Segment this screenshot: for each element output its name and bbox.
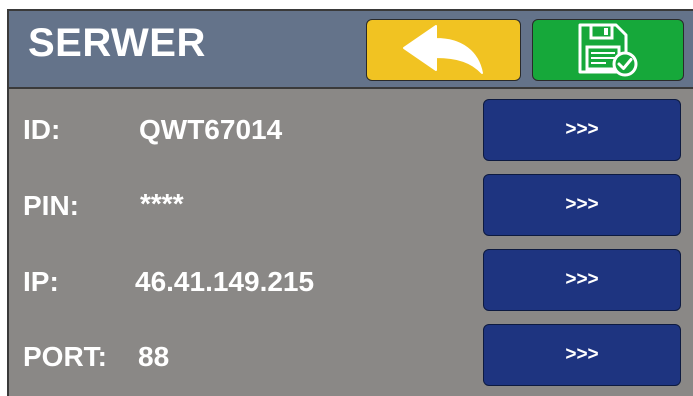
pin-value: **** — [140, 188, 184, 219]
floppy-disk-check-icon — [578, 23, 638, 77]
edit-ip-button[interactable]: >>> — [483, 249, 681, 311]
edit-pin-button[interactable]: >>> — [483, 174, 681, 236]
back-arrow-icon — [402, 25, 483, 74]
save-button[interactable] — [532, 19, 684, 81]
setting-row-ip: IP: 46.41.149.215 >>> — [9, 249, 693, 313]
ip-label: IP: — [23, 266, 59, 297]
edit-id-button[interactable]: >>> — [483, 99, 681, 161]
ip-value: 46.41.149.215 — [135, 266, 315, 297]
setting-row-id: ID: QWT67014 >>> — [9, 99, 693, 163]
page-title: SERWER — [28, 21, 206, 65]
pin-label: PIN: — [23, 190, 79, 221]
header-bar: SERWER — [9, 11, 693, 89]
id-label: ID: — [23, 114, 61, 145]
port-value: 88 — [138, 341, 170, 372]
setting-row-port: PORT: 88 >>> — [9, 324, 693, 388]
port-label: PORT: — [23, 341, 107, 372]
back-button[interactable] — [366, 19, 521, 81]
setting-row-pin: PIN: **** >>> — [9, 174, 693, 238]
id-value: QWT67014 — [139, 114, 283, 145]
settings-screen: SERWER ID: QWT67014 >>> PIN: **** >>> IP… — [7, 9, 693, 396]
edit-port-button[interactable]: >>> — [483, 324, 681, 386]
